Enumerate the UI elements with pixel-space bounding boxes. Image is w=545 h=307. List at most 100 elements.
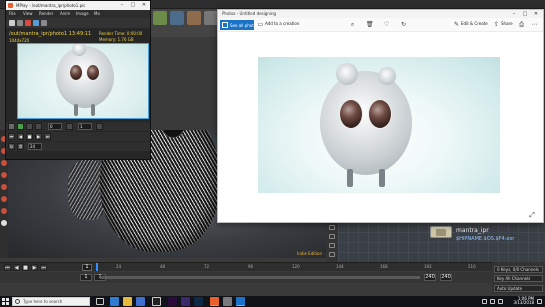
shelf-tool-icon[interactable]	[204, 11, 218, 25]
start-button[interactable]	[2, 298, 9, 305]
color-icon[interactable]	[26, 123, 33, 130]
menu-view[interactable]: View	[23, 11, 33, 16]
task-view-icon[interactable]	[96, 298, 104, 305]
premiere-icon[interactable]	[168, 297, 177, 306]
clock[interactable]: 1:06 PM 3/13/2018	[510, 297, 534, 305]
scale-tool-icon[interactable]	[1, 172, 7, 178]
menu-more[interactable]: Mo	[94, 11, 100, 16]
share-icon[interactable]: ⇪	[493, 21, 500, 28]
light-tool-icon[interactable]	[1, 220, 7, 226]
battery-icon[interactable]	[498, 299, 503, 304]
stop-button[interactable]: ■	[22, 264, 29, 271]
taskbar-search-box[interactable]: Type here to search	[12, 297, 90, 306]
unity-icon[interactable]	[152, 297, 161, 306]
jump-start-icon[interactable]: ⏮	[8, 133, 15, 140]
pose-tool-icon[interactable]	[1, 196, 7, 202]
range-end-field-2[interactable]: 240	[440, 274, 452, 281]
jump-start-button[interactable]: ⏮	[4, 264, 11, 271]
edge-icon[interactable]	[110, 297, 119, 306]
fps-field[interactable]: 24	[28, 143, 42, 150]
play-icon[interactable]: ▶	[35, 133, 42, 140]
stop-icon[interactable]: ■	[26, 133, 33, 140]
photoshop-icon[interactable]	[194, 297, 203, 306]
rendered-photo[interactable]	[258, 57, 500, 193]
shelf-tool-icon[interactable]	[187, 11, 201, 25]
mplay-window[interactable]: MPlay - /out/mantra_ipr/photo1.pic – □ ✕…	[5, 0, 151, 160]
menu-anim[interactable]: Anim	[60, 11, 70, 16]
display-option-icon[interactable]	[329, 225, 335, 230]
timeline-ruler[interactable]: 24 48 72 96 120 144 168 192 216	[96, 264, 501, 271]
range-end-field[interactable]: 240	[424, 274, 436, 281]
network-icon[interactable]	[482, 299, 487, 304]
menu-file[interactable]: File	[9, 11, 16, 16]
maximize-icon[interactable]: □	[129, 2, 137, 9]
edit-create-button[interactable]: Edit & Create	[461, 21, 488, 26]
jump-end-button[interactable]: ⏭	[40, 264, 47, 271]
print-icon[interactable]: ⎙	[518, 21, 525, 28]
see-all-photos-button[interactable]: See all photos	[220, 20, 258, 30]
auto-update-dropdown[interactable]: Auto Update	[494, 285, 543, 292]
close-icon[interactable]: ✕	[140, 2, 148, 9]
photos-app-icon[interactable]	[236, 297, 245, 306]
rotate-icon[interactable]: ↻	[400, 21, 407, 28]
range-start-field[interactable]: 1	[80, 274, 92, 281]
play-reverse-button[interactable]: ◀	[13, 264, 20, 271]
minimize-icon[interactable]: –	[510, 11, 518, 18]
key-all-channels-dropdown[interactable]: Key All Channels	[494, 275, 543, 282]
render-icon[interactable]	[25, 20, 31, 26]
file-explorer-icon[interactable]	[123, 297, 132, 306]
menu-image[interactable]: Image	[76, 11, 89, 16]
network-editor[interactable]: mantra_ipr $HIPNAME.$OS.$F4.exr	[338, 222, 545, 262]
step-back-icon[interactable]: ◀	[17, 133, 24, 140]
app-icon[interactable]	[223, 297, 232, 306]
exposure-field[interactable]: 1	[78, 123, 92, 130]
loop-icon[interactable]: ↻	[8, 143, 15, 150]
color-icon[interactable]	[8, 123, 15, 130]
expand-icon[interactable]: ⤢	[528, 211, 536, 219]
photos-titlebar[interactable]: Photos - Untitled designing – □ ✕	[218, 10, 543, 18]
notification-icon[interactable]	[537, 299, 542, 304]
current-frame-field[interactable]: 1	[82, 264, 92, 271]
gamma-field[interactable]: 0	[48, 123, 62, 130]
maximize-icon[interactable]: □	[521, 11, 529, 18]
camera-tool-icon[interactable]	[1, 208, 7, 214]
share-button[interactable]: Share	[501, 21, 513, 26]
shelf-tool-icon[interactable]	[153, 11, 167, 25]
render-preview-image[interactable]	[17, 43, 149, 119]
display-option-icon[interactable]	[329, 243, 335, 248]
range-slider[interactable]	[100, 276, 420, 279]
close-icon[interactable]: ✕	[532, 11, 540, 18]
houdini-icon[interactable]	[210, 297, 219, 306]
compare-icon[interactable]	[41, 20, 47, 26]
realtime-icon[interactable]: ⏱	[17, 143, 24, 150]
shelf-tool-icon[interactable]	[170, 11, 184, 25]
aftereffects-icon[interactable]	[181, 297, 190, 306]
display-option-icon[interactable]	[329, 252, 335, 257]
display-option-icon[interactable]	[329, 234, 335, 239]
mplay-titlebar[interactable]: MPlay - /out/mantra_ipr/photo1.pic – □ ✕	[6, 1, 150, 10]
photos-window[interactable]: Photos - Untitled designing – □ ✕ See al…	[217, 9, 544, 223]
add-to-creation-button[interactable]: Add to a creation	[265, 21, 299, 26]
handle-tool-icon[interactable]	[1, 184, 7, 190]
channel-icon[interactable]	[9, 20, 15, 26]
settings-icon[interactable]	[96, 123, 103, 130]
jump-end-icon[interactable]: ⏭	[44, 133, 51, 140]
delete-icon[interactable]: 🗑	[366, 21, 374, 28]
minimize-icon[interactable]: –	[118, 2, 126, 9]
edit-create-icon[interactable]: ✎	[453, 21, 460, 28]
zoom-icon[interactable]: ⌕	[349, 21, 356, 28]
more-icon[interactable]: ⋯	[531, 21, 538, 28]
mantra-node[interactable]	[430, 226, 452, 238]
color-icon[interactable]	[17, 123, 24, 130]
add-creation-icon[interactable]: ▭	[257, 21, 264, 28]
color-icon[interactable]	[35, 123, 42, 130]
volume-icon[interactable]	[490, 299, 495, 304]
channel-icon[interactable]	[17, 20, 23, 26]
rotate-tool-icon[interactable]	[1, 160, 7, 166]
heart-icon[interactable]: ♡	[383, 21, 390, 28]
keys-channels-dropdown[interactable]: 0 Keys, 0/0 Channels	[494, 266, 543, 273]
play-button[interactable]: ▶	[31, 264, 38, 271]
lut-icon[interactable]	[66, 123, 73, 130]
menu-render[interactable]: Render	[39, 11, 53, 16]
store-icon[interactable]	[136, 297, 145, 306]
